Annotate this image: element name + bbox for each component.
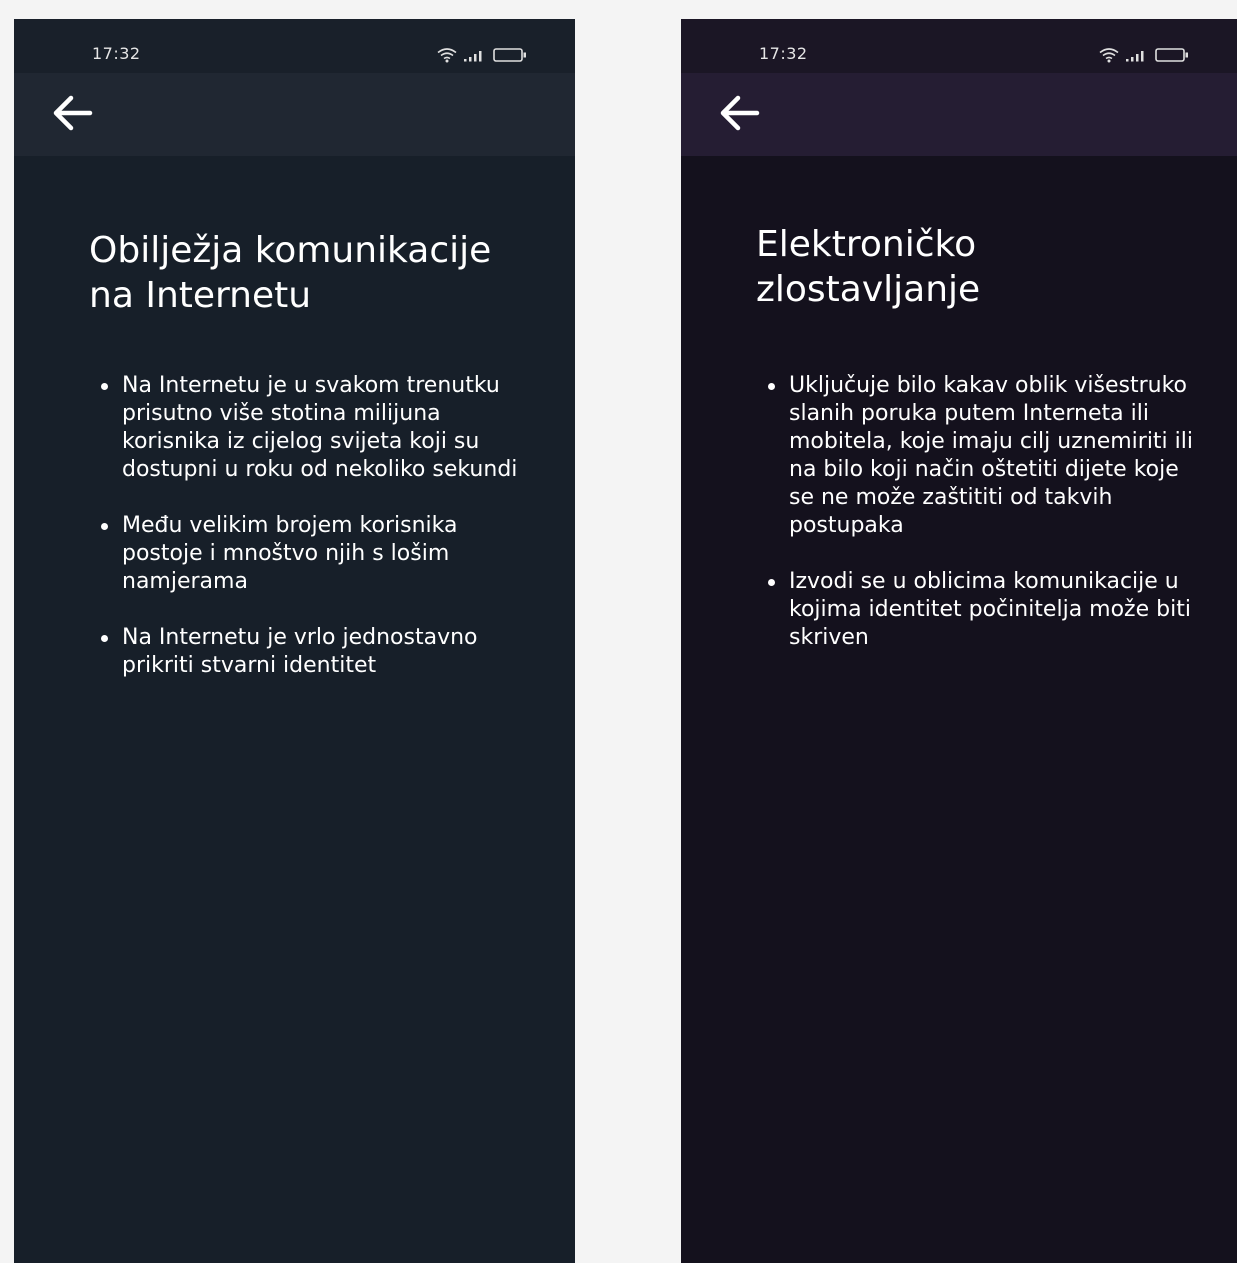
battery-icon bbox=[1155, 48, 1189, 62]
bullet-icon bbox=[101, 635, 108, 642]
wifi-icon bbox=[1099, 47, 1119, 63]
app-bar bbox=[681, 73, 1237, 156]
phone-screen-left: 17:32 Obilježja komunikacije na Internet… bbox=[14, 19, 575, 1263]
main-content: Obilježja komunikacije na Internetu Na I… bbox=[89, 228, 545, 708]
arrow-left-icon bbox=[50, 93, 94, 137]
page-title: Elektroničko zlostavljanje bbox=[756, 224, 981, 310]
list-item-text: Uključuje bilo kakav oblik višestruko sl… bbox=[789, 373, 1194, 538]
list-item: Među velikim brojem korisnika postoje i … bbox=[89, 512, 545, 596]
list-item-text: Na Internetu je vrlo jednostavno prikrit… bbox=[122, 625, 478, 678]
list-item-text: Na Internetu je u svakom trenutku prisut… bbox=[122, 373, 518, 482]
page-title: Obilježja komunikacije na Internetu bbox=[89, 230, 492, 316]
status-icons bbox=[437, 47, 527, 63]
bullet-icon bbox=[101, 383, 108, 390]
main-content: Elektroničko zlostavljanje Uključuje bil… bbox=[756, 222, 1207, 680]
status-bar: 17:32 bbox=[681, 19, 1237, 73]
status-icons bbox=[1099, 47, 1189, 63]
signal-icon bbox=[463, 48, 485, 62]
list-item: Na Internetu je u svakom trenutku prisut… bbox=[89, 372, 545, 484]
list-item-text: Izvodi se u oblicima komunikacije u koji… bbox=[789, 569, 1191, 650]
bullet-icon bbox=[768, 579, 775, 586]
bullet-list: Uključuje bilo kakav oblik višestruko sl… bbox=[756, 372, 1207, 652]
bullet-list: Na Internetu je u svakom trenutku prisut… bbox=[89, 372, 545, 680]
arrow-left-icon bbox=[717, 93, 761, 137]
back-button[interactable] bbox=[46, 89, 98, 141]
phone-screen-right: 17:32 Elektroničko zlostavljanje Uključu… bbox=[681, 19, 1237, 1263]
signal-icon bbox=[1125, 48, 1147, 62]
bullet-icon bbox=[768, 383, 775, 390]
battery-icon bbox=[493, 48, 527, 62]
status-time: 17:32 bbox=[92, 44, 141, 63]
wifi-icon bbox=[437, 47, 457, 63]
status-bar: 17:32 bbox=[14, 19, 575, 73]
back-button[interactable] bbox=[713, 89, 765, 141]
list-item: Na Internetu je vrlo jednostavno prikrit… bbox=[89, 624, 545, 680]
list-item: Uključuje bilo kakav oblik višestruko sl… bbox=[756, 372, 1207, 540]
app-bar bbox=[14, 73, 575, 156]
list-item: Izvodi se u oblicima komunikacije u koji… bbox=[756, 568, 1207, 652]
status-time: 17:32 bbox=[759, 44, 808, 63]
bullet-icon bbox=[101, 523, 108, 530]
list-item-text: Među velikim brojem korisnika postoje i … bbox=[122, 513, 458, 594]
